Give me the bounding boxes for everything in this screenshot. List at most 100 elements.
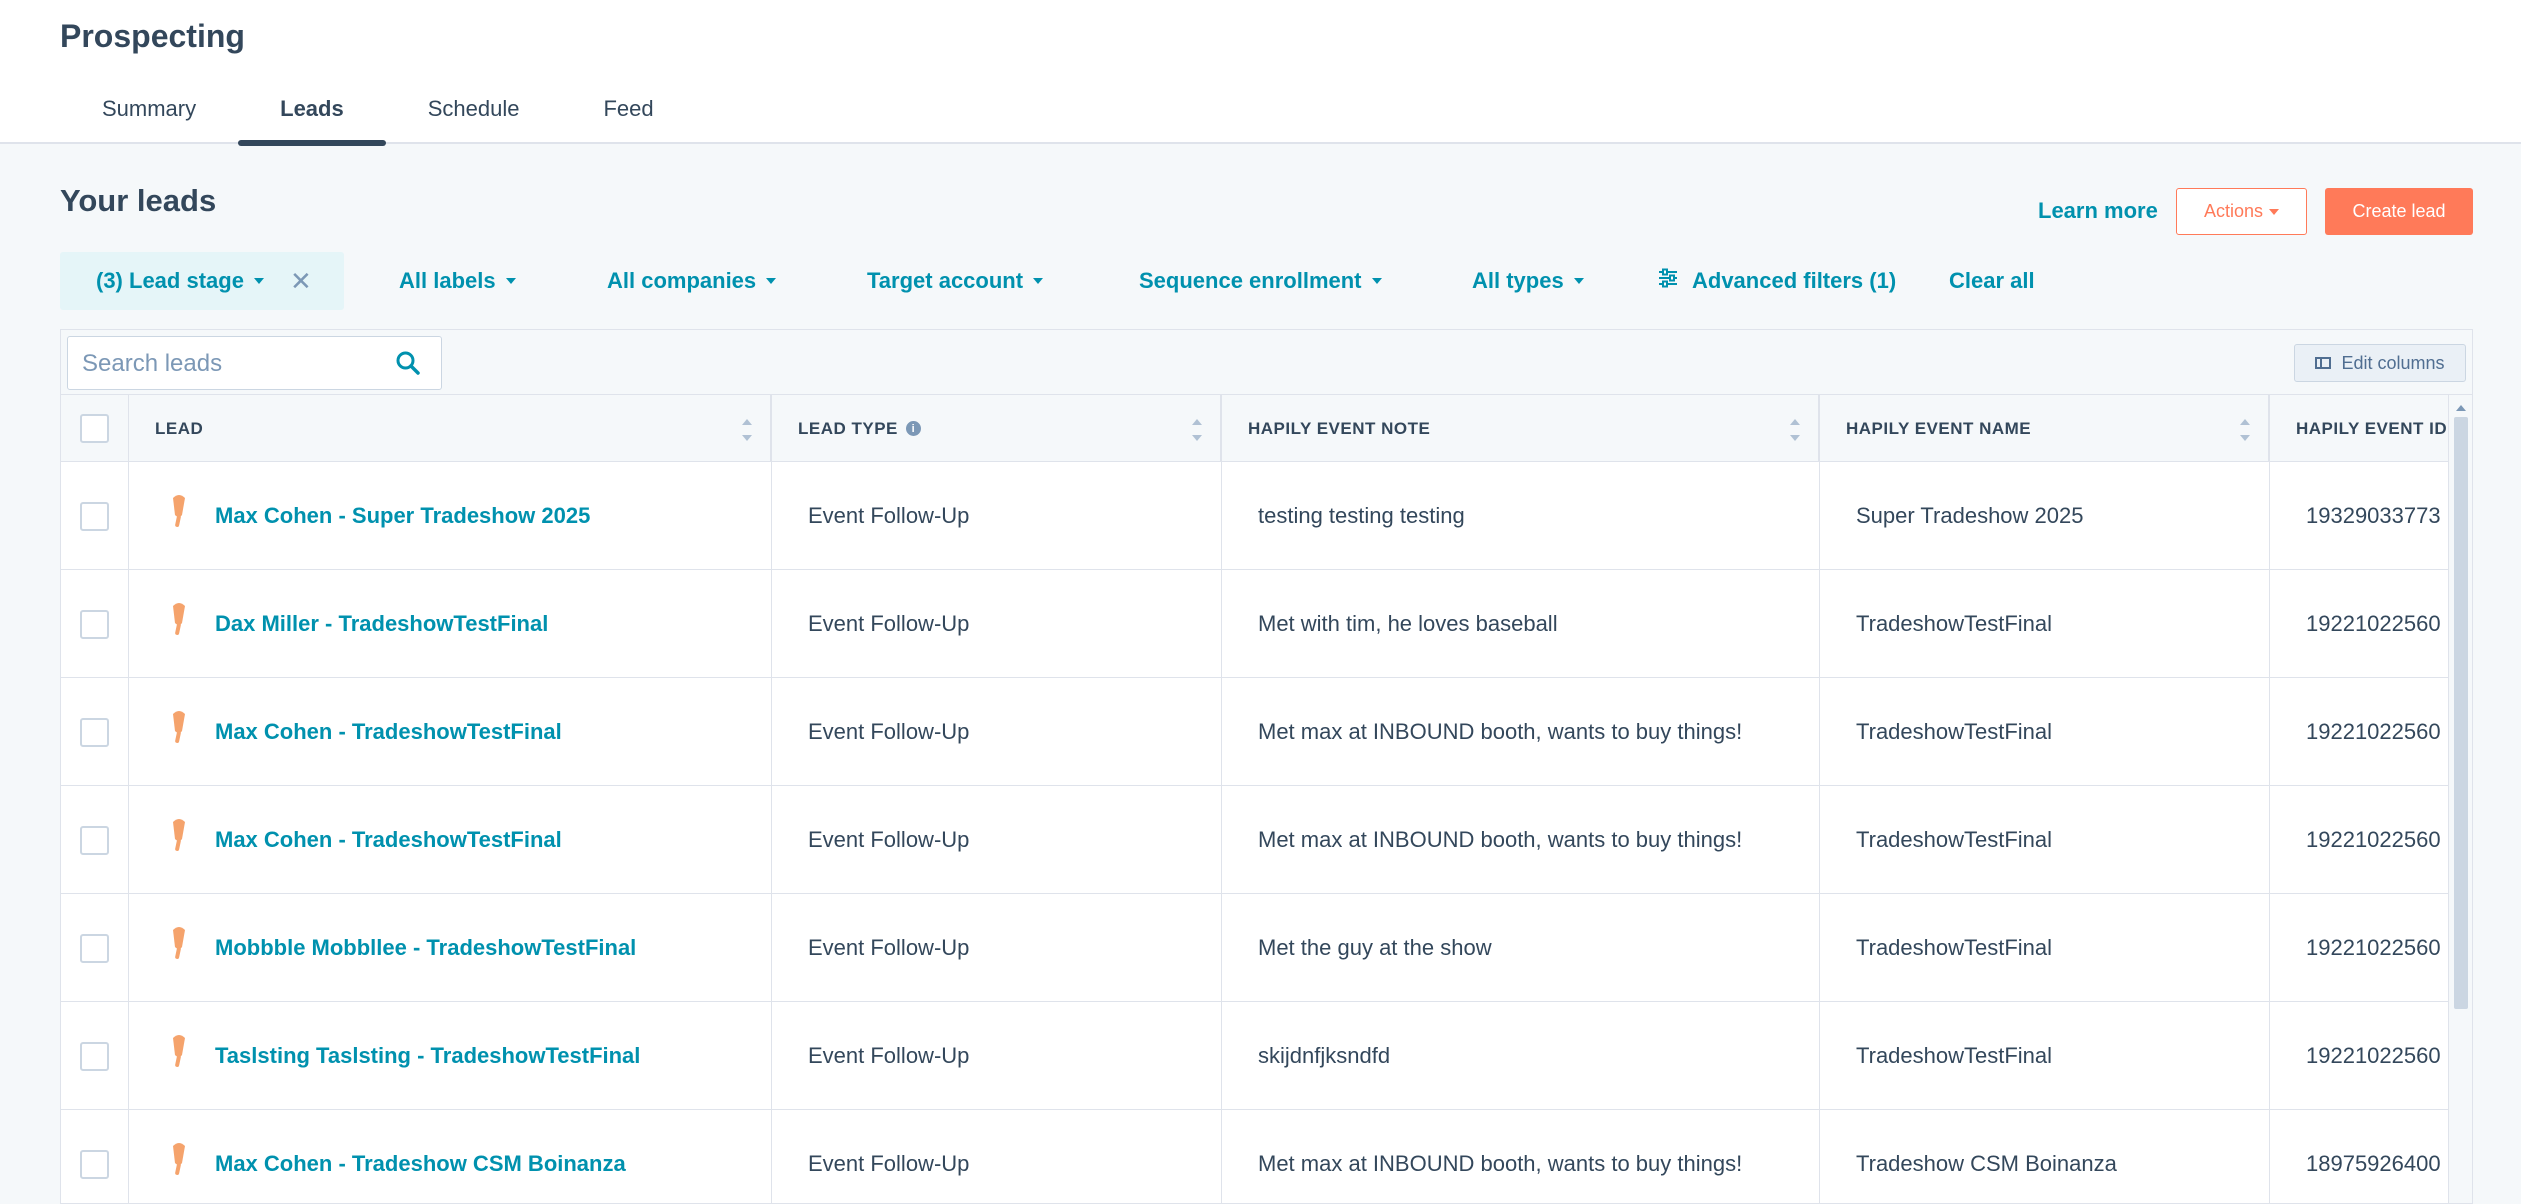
- table-row[interactable]: Mobbble Mobbllee - TradeshowTestFinal Ev…: [61, 894, 2472, 1002]
- column-label: LEAD: [155, 418, 204, 438]
- table-row[interactable]: Max Cohen - TradeshowTestFinal Event Fol…: [61, 678, 2472, 786]
- row-select-cell: [61, 894, 129, 1002]
- row-select-cell: [61, 678, 129, 786]
- chevron-down-icon: [253, 278, 264, 284]
- popsicle-icon: [165, 817, 193, 853]
- column-header-lead[interactable]: LEAD: [129, 395, 772, 462]
- popsicle-icon: [165, 601, 193, 637]
- tab-leads[interactable]: Leads: [238, 90, 386, 146]
- table-row[interactable]: Max Cohen - Super Tradeshow 2025 Event F…: [61, 462, 2472, 570]
- event-note-cell: Met the guy at the show: [1222, 894, 1820, 1002]
- row-select-cell: [61, 1002, 129, 1110]
- lead-name-link[interactable]: Max Cohen - TradeshowTestFinal: [215, 719, 562, 745]
- vertical-scrollbar[interactable]: [2448, 395, 2472, 1203]
- table-body: Max Cohen - Super Tradeshow 2025 Event F…: [61, 462, 2472, 1203]
- lead-stage-filter-label: (3) Lead stage: [96, 268, 244, 293]
- popsicle-icon: [165, 1033, 193, 1069]
- sort-icon[interactable]: [1790, 419, 1800, 441]
- info-icon[interactable]: i: [905, 421, 921, 436]
- lead-stage-filter[interactable]: (3) Lead stage ✕: [60, 252, 344, 310]
- lead-type-cell: Event Follow-Up: [772, 894, 1222, 1002]
- lead-type-cell: Event Follow-Up: [772, 462, 1222, 570]
- popsicle-icon: [165, 493, 193, 529]
- column-header-lead-type[interactable]: LEAD TYPE i: [772, 395, 1222, 462]
- table-row[interactable]: Dax Miller - TradeshowTestFinal Event Fo…: [61, 570, 2472, 678]
- chevron-down-icon: [2269, 208, 2280, 215]
- lead-name-link[interactable]: Max Cohen - Tradeshow CSM Boinanza: [215, 1151, 626, 1177]
- column-header-event-note[interactable]: HAPILY EVENT NOTE: [1222, 395, 1820, 462]
- event-note-cell: skijdnfjksndfd: [1222, 1002, 1820, 1110]
- lead-name-link[interactable]: Max Cohen - TradeshowTestFinal: [215, 827, 562, 853]
- sequence-filter[interactable]: Sequence enrollment: [1139, 252, 1382, 310]
- search-input[interactable]: [82, 347, 382, 381]
- learn-more-link[interactable]: Learn more: [2038, 198, 2158, 224]
- sort-icon[interactable]: [2240, 419, 2250, 441]
- event-note-cell: Met max at INBOUND booth, wants to buy t…: [1222, 678, 1820, 786]
- section-title: Your leads: [60, 183, 217, 218]
- event-note-cell: Met max at INBOUND booth, wants to buy t…: [1222, 1110, 1820, 1203]
- search-box: [67, 336, 442, 390]
- clear-all-button[interactable]: Clear all: [1949, 252, 2035, 310]
- target-account-filter-label: Target account: [867, 268, 1024, 293]
- event-name-cell: TradeshowTestFinal: [1820, 678, 2270, 786]
- event-id-cell: 19221022560: [2306, 827, 2441, 852]
- table-row[interactable]: Taslsting Taslsting - TradeshowTestFinal…: [61, 1002, 2472, 1110]
- lead-type-cell: Event Follow-Up: [772, 1110, 1222, 1203]
- types-filter[interactable]: All types: [1472, 252, 1584, 310]
- popsicle-icon: [165, 925, 193, 961]
- row-checkbox[interactable]: [80, 825, 109, 855]
- labels-filter[interactable]: All labels: [399, 252, 516, 310]
- scrollbar-thumb[interactable]: [2454, 417, 2468, 1009]
- lead-name-link[interactable]: Mobbble Mobbllee - TradeshowTestFinal: [215, 935, 636, 961]
- row-checkbox[interactable]: [80, 1041, 109, 1071]
- event-name-cell: Super Tradeshow 2025: [1820, 462, 2270, 570]
- event-note-cell: Met with tim, he loves baseball: [1222, 570, 1820, 678]
- table-row[interactable]: Max Cohen - Tradeshow CSM Boinanza Event…: [61, 1110, 2472, 1203]
- event-id-cell: 19221022560: [2306, 1043, 2441, 1068]
- companies-filter[interactable]: All companies: [607, 252, 777, 310]
- filter-bar: (3) Lead stage ✕ All labels All companie…: [60, 252, 2480, 310]
- row-select-cell: [61, 1110, 129, 1203]
- event-id-cell: 19221022560: [2306, 935, 2441, 960]
- lead-name-link[interactable]: Dax Miller - TradeshowTestFinal: [215, 611, 548, 637]
- page-header: Prospecting Summary Leads Schedule Feed: [0, 0, 2521, 146]
- select-all-cell: [61, 395, 129, 462]
- column-header-event-id[interactable]: HAPILY EVENT ID: [2270, 395, 2450, 462]
- search-icon[interactable]: [395, 350, 421, 381]
- table-row[interactable]: Max Cohen - TradeshowTestFinal Event Fol…: [61, 786, 2472, 894]
- event-name-cell: TradeshowTestFinal: [1820, 570, 2270, 678]
- lead-cell: Max Cohen - Tradeshow CSM Boinanza: [129, 1110, 772, 1203]
- event-note-cell: Met max at INBOUND booth, wants to buy t…: [1222, 786, 1820, 894]
- advanced-filters-button[interactable]: Advanced filters (1): [1658, 252, 1896, 310]
- sort-icon[interactable]: [742, 419, 752, 441]
- sort-icon[interactable]: [1192, 419, 1202, 441]
- row-checkbox[interactable]: [80, 933, 109, 963]
- lead-name-link[interactable]: Taslsting Taslsting - TradeshowTestFinal: [215, 1043, 640, 1069]
- scroll-up-icon[interactable]: [2456, 405, 2466, 411]
- tab-feed[interactable]: Feed: [561, 90, 695, 144]
- target-account-filter[interactable]: Target account: [867, 252, 1044, 310]
- lead-name-link[interactable]: Max Cohen - Super Tradeshow 2025: [215, 503, 590, 529]
- row-checkbox[interactable]: [80, 1149, 109, 1179]
- actions-button[interactable]: Actions: [2176, 188, 2307, 235]
- tab-schedule[interactable]: Schedule: [386, 90, 562, 144]
- create-lead-button[interactable]: Create lead: [2325, 188, 2473, 235]
- types-filter-label: All types: [1472, 268, 1564, 293]
- edit-columns-button[interactable]: Edit columns: [2294, 344, 2466, 382]
- row-checkbox[interactable]: [80, 609, 109, 639]
- tab-summary[interactable]: Summary: [60, 90, 238, 144]
- row-checkbox[interactable]: [80, 717, 109, 747]
- event-name-cell: Tradeshow CSM Boinanza: [1820, 1110, 2270, 1203]
- select-all-checkbox[interactable]: [80, 414, 109, 443]
- row-select-cell: [61, 786, 129, 894]
- column-label: HAPILY EVENT NOTE: [1248, 418, 1431, 438]
- lead-type-cell: Event Follow-Up: [772, 1002, 1222, 1110]
- close-icon[interactable]: ✕: [290, 266, 312, 297]
- row-checkbox[interactable]: [80, 501, 109, 531]
- column-header-event-name[interactable]: HAPILY EVENT NAME: [1820, 395, 2270, 462]
- event-note-cell: testing testing testing: [1222, 462, 1820, 570]
- column-label: HAPILY EVENT NAME: [1846, 418, 2032, 438]
- event-id-cell: 19329033773: [2306, 503, 2441, 528]
- event-id-cell: 18975926400: [2306, 1151, 2441, 1176]
- lead-cell: Max Cohen - Super Tradeshow 2025: [129, 462, 772, 570]
